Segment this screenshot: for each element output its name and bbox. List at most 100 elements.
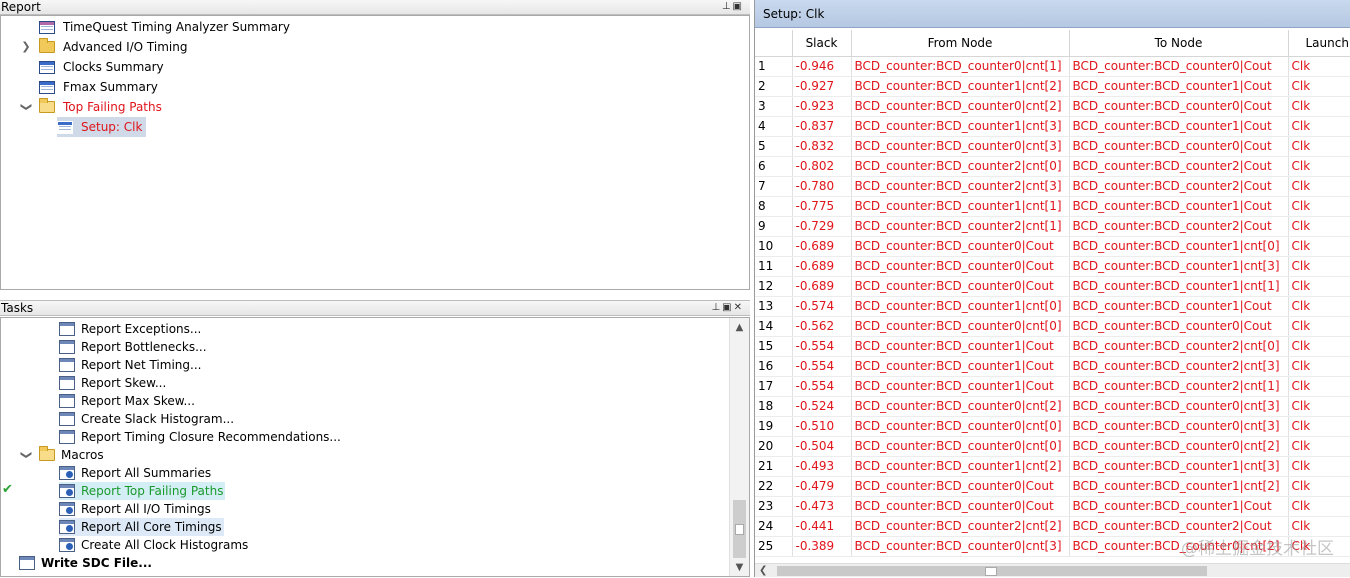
task-report-net-timing[interactable]: Report Net Timing...	[59, 356, 201, 374]
row-index: 19	[755, 416, 793, 437]
panel-tools[interactable]: ⊥▣✕	[711, 301, 744, 315]
launch-clock-cell: Clk	[1288, 396, 1350, 417]
table-row[interactable]: 10 -0.689 BCD_counter:BCD_counter0|Cout BCD…	[755, 236, 1350, 257]
row-index: 15	[755, 336, 793, 357]
table-row[interactable]: 21 -0.493 BCD_counter:BCD_counter1|cnt[2] B…	[755, 456, 1350, 477]
row-index: 14	[755, 316, 793, 337]
to-node-cell: BCD_counter:BCD_counter2|Cout	[1069, 516, 1289, 537]
column-header-from-node[interactable]: From Node	[851, 30, 1070, 57]
table-row[interactable]: 8 -0.775 BCD_counter:BCD_counter1|cnt[1] BC…	[755, 196, 1350, 217]
scrollbar-thumb[interactable]	[777, 566, 1207, 576]
launch-clock-cell: Clk	[1288, 76, 1350, 97]
scroll-down-icon[interactable]: ▼	[730, 560, 749, 576]
column-header-index[interactable]	[755, 30, 793, 57]
table-row[interactable]: 18 -0.524 BCD_counter:BCD_counter0|cnt[2] B…	[755, 396, 1350, 417]
column-header-launch-clock[interactable]: Launch Clock	[1288, 30, 1350, 57]
setup-clk-panel-title: Setup: Clk	[755, 0, 1350, 28]
slack-cell: -0.441	[792, 516, 852, 537]
task-create-all-clock-histograms[interactable]: Create All Clock Histograms	[59, 536, 248, 554]
table-horizontal-scrollbar[interactable]: ❮	[755, 563, 1350, 577]
table-row[interactable]: 9 -0.729 BCD_counter:BCD_counter2|cnt[1] BC…	[755, 216, 1350, 237]
table-row[interactable]: 4 -0.837 BCD_counter:BCD_counter1|cnt[3] BC…	[755, 116, 1350, 137]
table-row[interactable]: 3 -0.923 BCD_counter:BCD_counter0|cnt[2] BC…	[755, 96, 1350, 117]
table-row[interactable]: 2 -0.927 BCD_counter:BCD_counter1|cnt[2] BC…	[755, 76, 1350, 97]
folder-open-icon	[39, 98, 55, 113]
table-row[interactable]: 12 -0.689 BCD_counter:BCD_counter0|Cout BCD…	[755, 276, 1350, 297]
table-row[interactable]: 11 -0.689 BCD_counter:BCD_counter0|Cout BCD…	[755, 256, 1350, 277]
from-node-cell: BCD_counter:BCD_counter1|cnt[0]	[851, 296, 1070, 317]
close-icon[interactable]: ✕	[734, 302, 744, 313]
slack-cell: -0.689	[792, 236, 852, 257]
row-index: 18	[755, 396, 793, 417]
task-report-all-summaries[interactable]: Report All Summaries	[59, 464, 211, 482]
table-row[interactable]: 17 -0.554 BCD_counter:BCD_counter1|Cout BCD…	[755, 376, 1350, 397]
tasks-vertical-scrollbar[interactable]: ▲ ▼	[729, 318, 749, 576]
scroll-up-icon[interactable]: ▲	[730, 320, 749, 336]
to-node-cell: BCD_counter:BCD_counter1|Cout	[1069, 196, 1289, 217]
task-report-all-io-timings[interactable]: Report All I/O Timings	[59, 500, 211, 518]
table-row[interactable]: 15 -0.554 BCD_counter:BCD_counter1|Cout BCD…	[755, 336, 1350, 357]
column-header-slack[interactable]: Slack	[792, 30, 852, 57]
row-index: 13	[755, 296, 793, 317]
checkmark-icon: ✔	[2, 482, 13, 497]
table-row[interactable]: 22 -0.479 BCD_counter:BCD_counter0|Cout BCD…	[755, 476, 1350, 497]
table-row[interactable]: 24 -0.441 BCD_counter:BCD_counter2|cnt[2] B…	[755, 516, 1350, 537]
from-node-cell: BCD_counter:BCD_counter0|cnt[0]	[851, 436, 1070, 457]
row-index: 7	[755, 176, 793, 197]
task-report-skew[interactable]: Report Skew...	[59, 374, 166, 392]
pin-icon[interactable]: ⊥	[711, 302, 722, 313]
report-item-summary[interactable]: TimeQuest Timing Analyzer Summary	[39, 17, 292, 37]
task-report-all-core-timings[interactable]: Report All Core Timings	[59, 518, 224, 536]
slack-cell: -0.554	[792, 336, 852, 357]
task-report-max-skew[interactable]: Report Max Skew...	[59, 392, 195, 410]
slack-cell: -0.689	[792, 256, 852, 277]
row-index: 17	[755, 376, 793, 397]
report-item-fmax[interactable]: Fmax Summary	[39, 77, 160, 97]
report-item-setup-clk[interactable]: Setup: Clk	[57, 117, 147, 137]
table-row[interactable]: 13 -0.574 BCD_counter:BCD_counter1|cnt[0] B…	[755, 296, 1350, 317]
table-row[interactable]: 14 -0.562 BCD_counter:BCD_counter0|cnt[0] B…	[755, 316, 1350, 337]
table-row[interactable]: 1 -0.946 BCD_counter:BCD_counter0|cnt[1] BC…	[755, 56, 1350, 77]
table-row[interactable]: 16 -0.554 BCD_counter:BCD_counter1|Cout BCD…	[755, 356, 1350, 377]
table-row[interactable]: 19 -0.510 BCD_counter:BCD_counter0|cnt[0] B…	[755, 416, 1350, 437]
to-node-cell: BCD_counter:BCD_counter0|Cout	[1069, 96, 1289, 117]
task-report-top-failing-paths[interactable]: Report Top Failing Paths	[59, 482, 226, 500]
row-index: 16	[755, 356, 793, 377]
report-table-icon	[39, 80, 55, 94]
folder-open-icon	[39, 446, 55, 461]
task-folder-macros[interactable]: ❯ Macros	[19, 446, 104, 464]
table-row[interactable]: 20 -0.504 BCD_counter:BCD_counter0|cnt[0] B…	[755, 436, 1350, 457]
scrollbar-thumb[interactable]	[733, 500, 746, 558]
table-body: 1 -0.946 BCD_counter:BCD_counter0|cnt[1] BC…	[755, 56, 1350, 557]
task-write-sdc-file[interactable]: Write SDC File...	[19, 554, 152, 572]
table-row[interactable]: 5 -0.832 BCD_counter:BCD_counter0|cnt[3] BC…	[755, 136, 1350, 157]
from-node-cell: BCD_counter:BCD_counter1|cnt[2]	[851, 456, 1070, 477]
float-icon[interactable]: ▣	[722, 302, 733, 313]
report-item-clocks[interactable]: Clocks Summary	[39, 57, 166, 77]
table-row[interactable]: 7 -0.780 BCD_counter:BCD_counter2|cnt[3] BC…	[755, 176, 1350, 197]
task-report-timing-closure[interactable]: Report Timing Closure Recommendations...	[59, 428, 341, 446]
slack-cell: -0.802	[792, 156, 852, 177]
chevron-right-icon[interactable]: ❯	[19, 40, 33, 54]
report-item-top-failing[interactable]: ❯ Top Failing Paths	[19, 97, 164, 117]
table-row[interactable]: 6 -0.802 BCD_counter:BCD_counter2|cnt[0] BC…	[755, 156, 1350, 177]
to-node-cell: BCD_counter:BCD_counter1|cnt[2]	[1069, 476, 1289, 497]
column-header-to-node[interactable]: To Node	[1069, 30, 1289, 57]
chevron-down-icon[interactable]: ❯	[19, 100, 33, 114]
task-label: Create All Clock Histograms	[81, 538, 249, 552]
to-node-cell: BCD_counter:BCD_counter1|cnt[3]	[1069, 256, 1289, 277]
table-row[interactable]: 23 -0.473 BCD_counter:BCD_counter0|Cout BCD…	[755, 496, 1350, 517]
report-item-label: Setup: Clk	[81, 120, 143, 134]
chevron-down-icon[interactable]: ❯	[19, 448, 33, 462]
from-node-cell: BCD_counter:BCD_counter0|cnt[0]	[851, 416, 1070, 437]
task-label: Report Max Skew...	[81, 394, 195, 408]
task-report-bottlenecks[interactable]: Report Bottlenecks...	[59, 338, 207, 356]
slack-cell: -0.832	[792, 136, 852, 157]
task-report-exceptions[interactable]: Report Exceptions...	[59, 320, 201, 338]
pin-icon[interactable]: ⊥	[722, 1, 733, 12]
float-icon[interactable]: ▣	[733, 1, 744, 12]
report-item-advanced-io[interactable]: ❯ Advanced I/O Timing	[19, 37, 189, 57]
task-create-slack-histogram[interactable]: Create Slack Histogram...	[59, 410, 234, 428]
panel-tools[interactable]: ⊥▣	[722, 0, 744, 14]
scroll-left-icon[interactable]: ❮	[759, 564, 767, 578]
